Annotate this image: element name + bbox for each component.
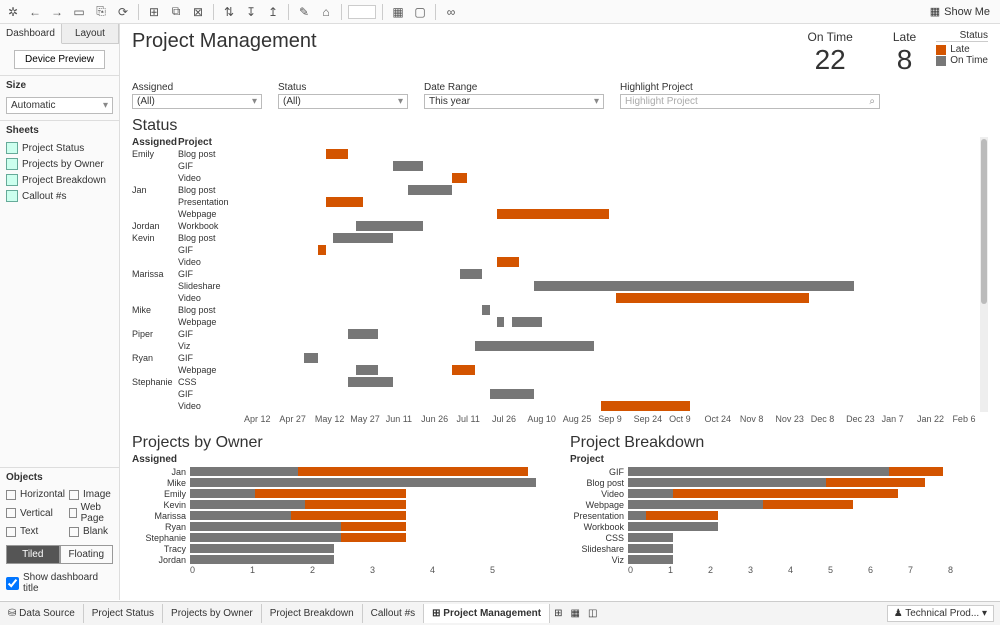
sheet-item[interactable]: Project Status [0, 140, 119, 156]
tiled-toggle[interactable]: Tiled [6, 545, 60, 564]
forward-icon[interactable]: → [48, 3, 66, 21]
sort-desc-icon[interactable]: ↥ [264, 3, 282, 21]
kpi-ontime: On Time 22 [807, 30, 852, 76]
sheet-tab[interactable]: Callout #s [363, 604, 424, 623]
sheet-tab[interactable]: Projects by Owner [163, 604, 262, 623]
kpi-late: Late 8 [893, 30, 916, 76]
new-story-icon[interactable]: ◫ [584, 608, 601, 619]
new-data-icon[interactable]: ⎘ [92, 3, 110, 21]
size-label: Size [0, 75, 119, 95]
object-item[interactable]: Blank [69, 526, 113, 537]
sheet-item[interactable]: Callout #s [0, 188, 119, 204]
show-me-button[interactable]: ▦ Show Me [924, 3, 996, 20]
color-swatch[interactable] [348, 5, 376, 19]
sheet-tab[interactable]: Project Status [84, 604, 163, 623]
save-icon[interactable]: ▭ [70, 3, 88, 21]
sidebar: Dashboard Layout Device Preview Size Aut… [0, 24, 120, 600]
size-select[interactable]: Automatic [6, 97, 113, 114]
filter-status[interactable]: (All) [278, 94, 408, 109]
duplicate-icon[interactable]: ⧉ [167, 3, 185, 21]
sheet-tab[interactable]: ⊞ Project Management [424, 604, 550, 623]
fit-icon[interactable]: ▦ [389, 3, 407, 21]
object-item[interactable]: Image [69, 489, 113, 500]
share-icon[interactable]: ∞ [442, 3, 460, 21]
object-item[interactable]: Web Page [69, 502, 113, 524]
sheets-label: Sheets [0, 120, 119, 140]
object-item[interactable]: Horizontal [6, 489, 65, 500]
refresh-icon[interactable]: ⟳ [114, 3, 132, 21]
data-source-tab[interactable]: ⛁ Data Source [0, 604, 84, 623]
objects-label: Objects [0, 467, 119, 487]
swap-icon[interactable]: ⇅ [220, 3, 238, 21]
highlight-search[interactable]: Highlight Project [620, 94, 880, 109]
gantt-scrollbar[interactable] [980, 137, 988, 412]
status-heading: Status [132, 117, 988, 135]
sheet-tabs: ⛁ Data Source Project StatusProjects by … [0, 601, 1000, 625]
clear-icon[interactable]: ⊠ [189, 3, 207, 21]
toolbar: ✲ ← → ▭ ⎘ ⟳ ⊞ ⧉ ⊠ ⇅ ↧ ↥ ✎ ⌂ ▦ ▢ ∞ ▦ Show… [0, 0, 1000, 24]
project-breakdown-chart[interactable]: Project Breakdown Project GIFBlog postVi… [570, 426, 988, 575]
highlight-icon[interactable]: ✎ [295, 3, 313, 21]
presentation-icon[interactable]: ▢ [411, 3, 429, 21]
sheet-item[interactable]: Project Breakdown [0, 172, 119, 188]
tab-layout[interactable]: Layout [62, 24, 119, 44]
showme-icon: ▦ [930, 5, 940, 18]
gantt-chart[interactable]: EmilyBlog postGIFVideoJanBlog postPresen… [132, 148, 988, 412]
sheet-item[interactable]: Projects by Owner [0, 156, 119, 172]
back-icon[interactable]: ← [26, 3, 44, 21]
show-title-checkbox[interactable]: Show dashboard title [0, 570, 119, 600]
sort-asc-icon[interactable]: ↧ [242, 3, 260, 21]
filter-date[interactable]: This year [424, 94, 604, 109]
group-icon[interactable]: ⌂ [317, 3, 335, 21]
floating-toggle[interactable]: Floating [60, 545, 114, 564]
logo-icon[interactable]: ✲ [4, 3, 22, 21]
new-sheet-icon[interactable]: ⊞ [550, 608, 566, 619]
filter-assigned[interactable]: (All) [132, 94, 262, 109]
showme-label: Show Me [944, 6, 990, 18]
legend: Status Late On Time [936, 30, 988, 66]
page-title: Project Management [132, 30, 317, 53]
object-item[interactable]: Text [6, 526, 65, 537]
dashboard-canvas: Project Management On Time 22 Late 8 Sta… [120, 24, 1000, 600]
tab-dashboard[interactable]: Dashboard [0, 24, 62, 44]
new-dashboard-icon[interactable]: ▦ [567, 608, 584, 619]
device-preview-button[interactable]: Device Preview [14, 50, 105, 69]
object-item[interactable]: Vertical [6, 502, 65, 524]
new-worksheet-icon[interactable]: ⊞ [145, 3, 163, 21]
projects-by-owner-chart[interactable]: Projects by Owner Assigned JanMikeEmilyK… [132, 426, 550, 575]
sheet-tab[interactable]: Project Breakdown [262, 604, 363, 623]
user-menu[interactable]: ♟ Technical Prod... ▾ [887, 605, 994, 622]
